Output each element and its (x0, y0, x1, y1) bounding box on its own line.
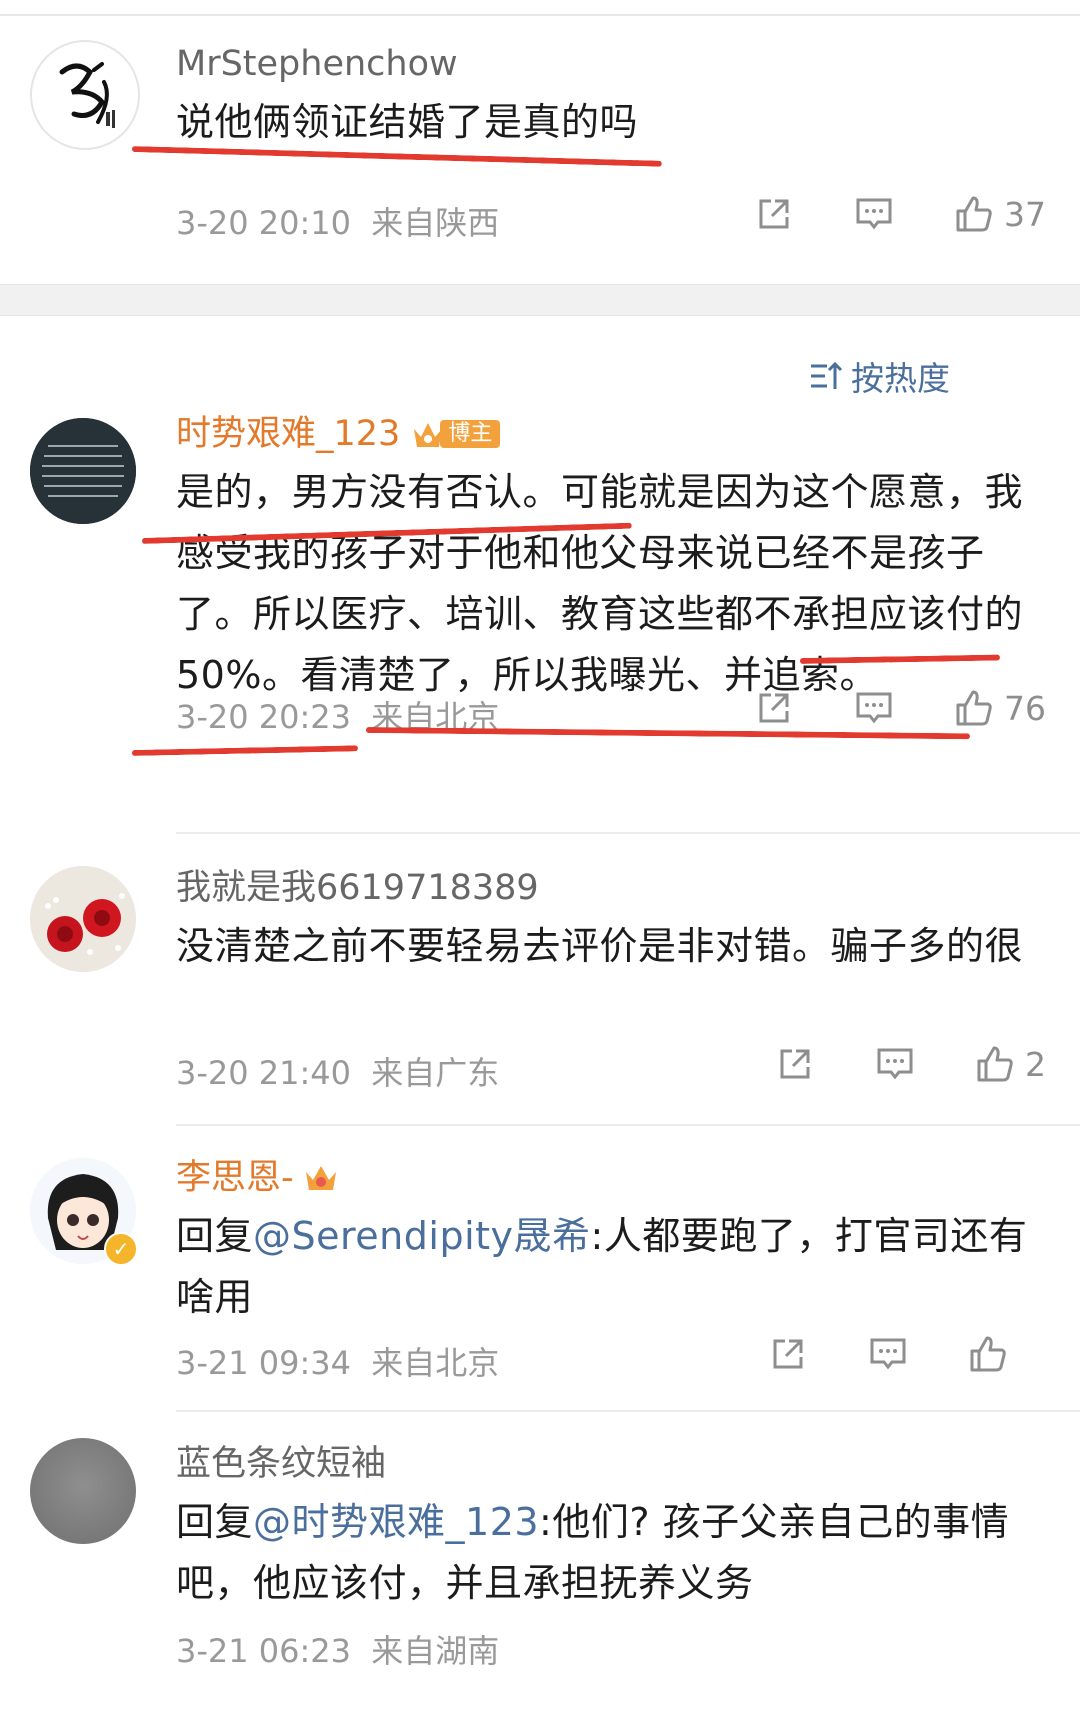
text-image-avatar-icon (30, 418, 136, 524)
comment-button[interactable] (824, 195, 924, 233)
username[interactable]: MrStephenchow (176, 42, 1040, 86)
username[interactable]: 李思恩- (176, 1156, 294, 1200)
username[interactable]: 我就是我6619718389 (176, 866, 1040, 910)
divider (176, 832, 1080, 834)
divider (176, 1124, 1080, 1126)
like-button[interactable] (968, 1334, 1008, 1374)
comment-item: 时势艰难_123 博主 是的，男方没有否认。可能就是因为这个愿意，我感受我的孩子… (0, 410, 1080, 770)
share-button[interactable] (724, 195, 824, 233)
comment-actions (738, 1334, 1008, 1374)
top-divider (0, 14, 1080, 16)
location: 来自陕西 (371, 204, 500, 242)
comment-meta: 3-20 20:10 来自陕西 (176, 198, 499, 244)
host-badge-label: 博主 (440, 420, 501, 448)
comment-item: 蓝色条纹短袖 回复@时势艰难_123:他们? 孩子父亲自己的事情吧，他应该付，并… (0, 1436, 1080, 1706)
timestamp: 3-20 20:10 (176, 204, 352, 242)
timestamp: 3-20 20:23 (176, 698, 352, 736)
location: 来自湖南 (371, 1632, 500, 1670)
comment-icon (870, 1338, 906, 1370)
comment-button[interactable] (845, 1045, 945, 1083)
comment-icon (877, 1048, 913, 1080)
username-row: 李思恩- (176, 1156, 1040, 1200)
comment-icon (856, 692, 892, 724)
divider (176, 1410, 1080, 1412)
mention-link[interactable]: @时势艰难_123 (253, 1500, 539, 1544)
comment-meta: 3-21 09:34 来自北京 (176, 1338, 499, 1384)
like-button[interactable] (954, 194, 994, 234)
avatar[interactable] (30, 418, 136, 524)
comment-text: 是的，男方没有否认。可能就是因为这个愿意，我感受我的孩子对于他和他父母来说已经不… (176, 470, 1024, 697)
username-row: 时势艰难_123 博主 (176, 412, 1040, 456)
share-icon (759, 199, 789, 229)
comment-actions: 2 (745, 1044, 1046, 1084)
crown-icon (305, 1166, 336, 1190)
comment-actions: 76 (724, 688, 1046, 728)
avatar[interactable] (30, 40, 140, 150)
share-button[interactable] (738, 1335, 838, 1373)
reply-prefix: 回复 (176, 1214, 254, 1258)
comment-item: ✓ 李思恩- 回复@Serendipity晟希:人都要跑了，打官司还有啥用 3-… (0, 1150, 1080, 1420)
share-icon (773, 1339, 803, 1369)
comment-item: 我就是我6619718389 没清楚之前不要轻易去评价是非对错。骗子多的很 3-… (0, 858, 1080, 1128)
like-button[interactable] (954, 688, 994, 728)
comment-button[interactable] (824, 689, 924, 727)
section-gap (0, 284, 1080, 316)
comment-text: 没清楚之前不要轻易去评价是非对错。骗子多的很 (176, 924, 1024, 968)
rose-avatar-icon (30, 866, 136, 972)
username[interactable]: 蓝色条纹短袖 (176, 1442, 1040, 1486)
comment-text: 回复@Serendipity晟希:人都要跑了，打官司还有啥用 (176, 1206, 1040, 1328)
comment-first: MrStephenchow 说他俩领证结婚了是真的吗 3-20 20:10 来自… (0, 36, 1080, 276)
like-button[interactable] (975, 1044, 1015, 1084)
sort-icon (811, 361, 843, 389)
share-button[interactable] (745, 1045, 845, 1083)
avatar[interactable] (30, 1438, 136, 1544)
avatar[interactable] (30, 866, 136, 972)
mention-link[interactable]: @Serendipity晟希 (253, 1214, 591, 1258)
sort-by-hot-button[interactable]: 按热度 (809, 352, 950, 400)
location: 来自广东 (371, 1054, 500, 1092)
sort-label: 按热度 (851, 359, 950, 398)
verified-badge-icon: ✓ (104, 1232, 138, 1266)
comment-meta: 3-21 06:23 来自湖南 (176, 1626, 499, 1672)
thumbs-up-icon (977, 1046, 1013, 1082)
timestamp: 3-21 09:34 (176, 1344, 352, 1382)
comment-actions: 37 (724, 194, 1046, 234)
share-icon (780, 1049, 810, 1079)
calligraphy-avatar-icon (33, 43, 137, 147)
thumbs-up-icon (970, 1336, 1006, 1372)
comment-meta: 3-20 21:40 来自广东 (176, 1048, 499, 1094)
timestamp: 3-20 21:40 (176, 1054, 352, 1092)
thumbs-up-icon (956, 196, 992, 232)
timestamp: 3-21 06:23 (176, 1632, 352, 1670)
location: 来自北京 (371, 1344, 500, 1382)
comment-text: 回复@时势艰难_123:他们? 孩子父亲自己的事情吧，他应该付，并且承担抚养义务 (176, 1492, 1040, 1614)
comment-text: 说他俩领证结婚了是真的吗 (176, 100, 639, 144)
like-count: 76 (1004, 688, 1046, 728)
like-count: 37 (1004, 194, 1046, 234)
share-button[interactable] (724, 689, 824, 727)
comment-icon (856, 198, 892, 230)
share-icon (759, 693, 789, 723)
comment-button[interactable] (838, 1335, 938, 1373)
thumbs-up-icon (956, 690, 992, 726)
host-badge: 博主 (410, 417, 501, 451)
like-count: 2 (1025, 1044, 1046, 1084)
username[interactable]: 时势艰难_123 (176, 412, 400, 456)
reply-prefix: 回复 (176, 1500, 254, 1544)
